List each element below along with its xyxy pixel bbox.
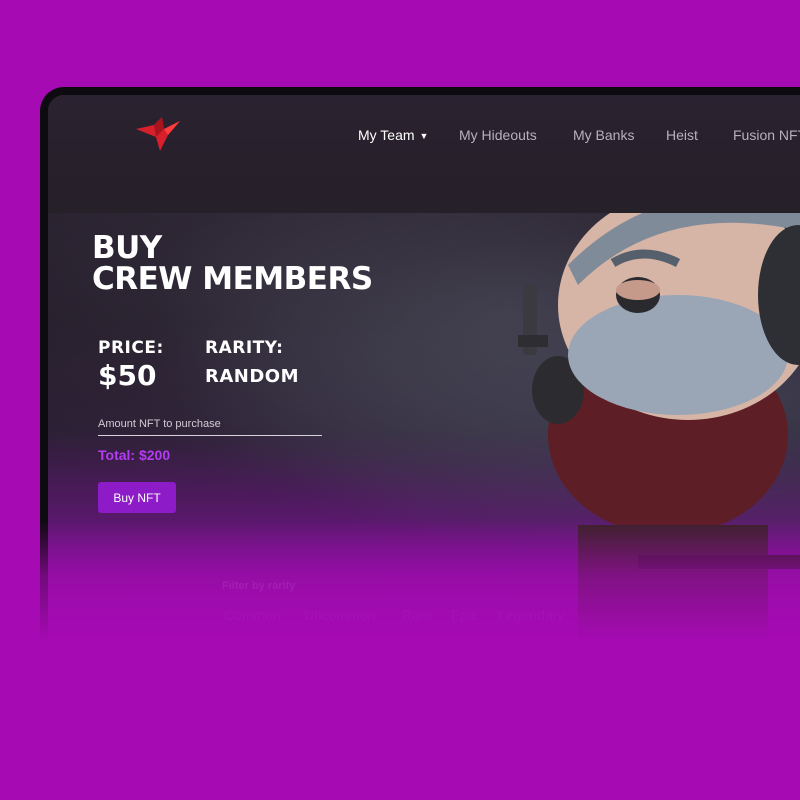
hero-title-line-2: CREW MEMBERS [92,261,373,297]
total-price: Total: $200 [98,447,171,463]
price-label: PRICE: [98,338,164,358]
filter-by-rarity-label: Filter by rarity [222,580,296,592]
filter-option-legendary[interactable]: Legendary [498,607,564,623]
filter-option-common[interactable]: Common [224,607,281,623]
nav-item-my-team[interactable]: My Team ▼ [358,127,428,143]
nav-item-label: My Team [358,127,415,143]
top-navbar: My Team ▼ My Hideouts My Banks Heist Fusi… [48,95,800,213]
rarity-label: RARITY: [205,338,284,358]
hero-title-line-1: BUY [92,230,162,266]
crew-member-character-image [518,190,800,645]
filter-option-uncommon[interactable]: Uncommon [304,607,376,623]
bird-logo-icon[interactable] [134,115,182,153]
hero-title: BUY CREW MEMBERS [92,233,373,295]
amount-nft-input[interactable] [98,413,322,436]
app-screen: My Team ▼ My Hideouts My Banks Heist Fusi… [48,95,800,655]
filter-option-rare[interactable]: Rare [402,607,432,623]
buy-nft-button[interactable]: Buy NFT [98,482,176,513]
nav-item-fusion-nft[interactable]: Fusion NFT [733,127,800,143]
nav-item-my-hideouts[interactable]: My Hideouts [459,127,537,143]
nav-item-heist[interactable]: Heist [666,127,698,143]
caret-down-icon: ▼ [419,131,429,141]
nav-item-my-banks[interactable]: My Banks [573,127,634,143]
rarity-value: RANDOM [205,366,300,387]
price-value: $50 [98,359,157,392]
filter-option-epic[interactable]: Epic [451,607,478,623]
